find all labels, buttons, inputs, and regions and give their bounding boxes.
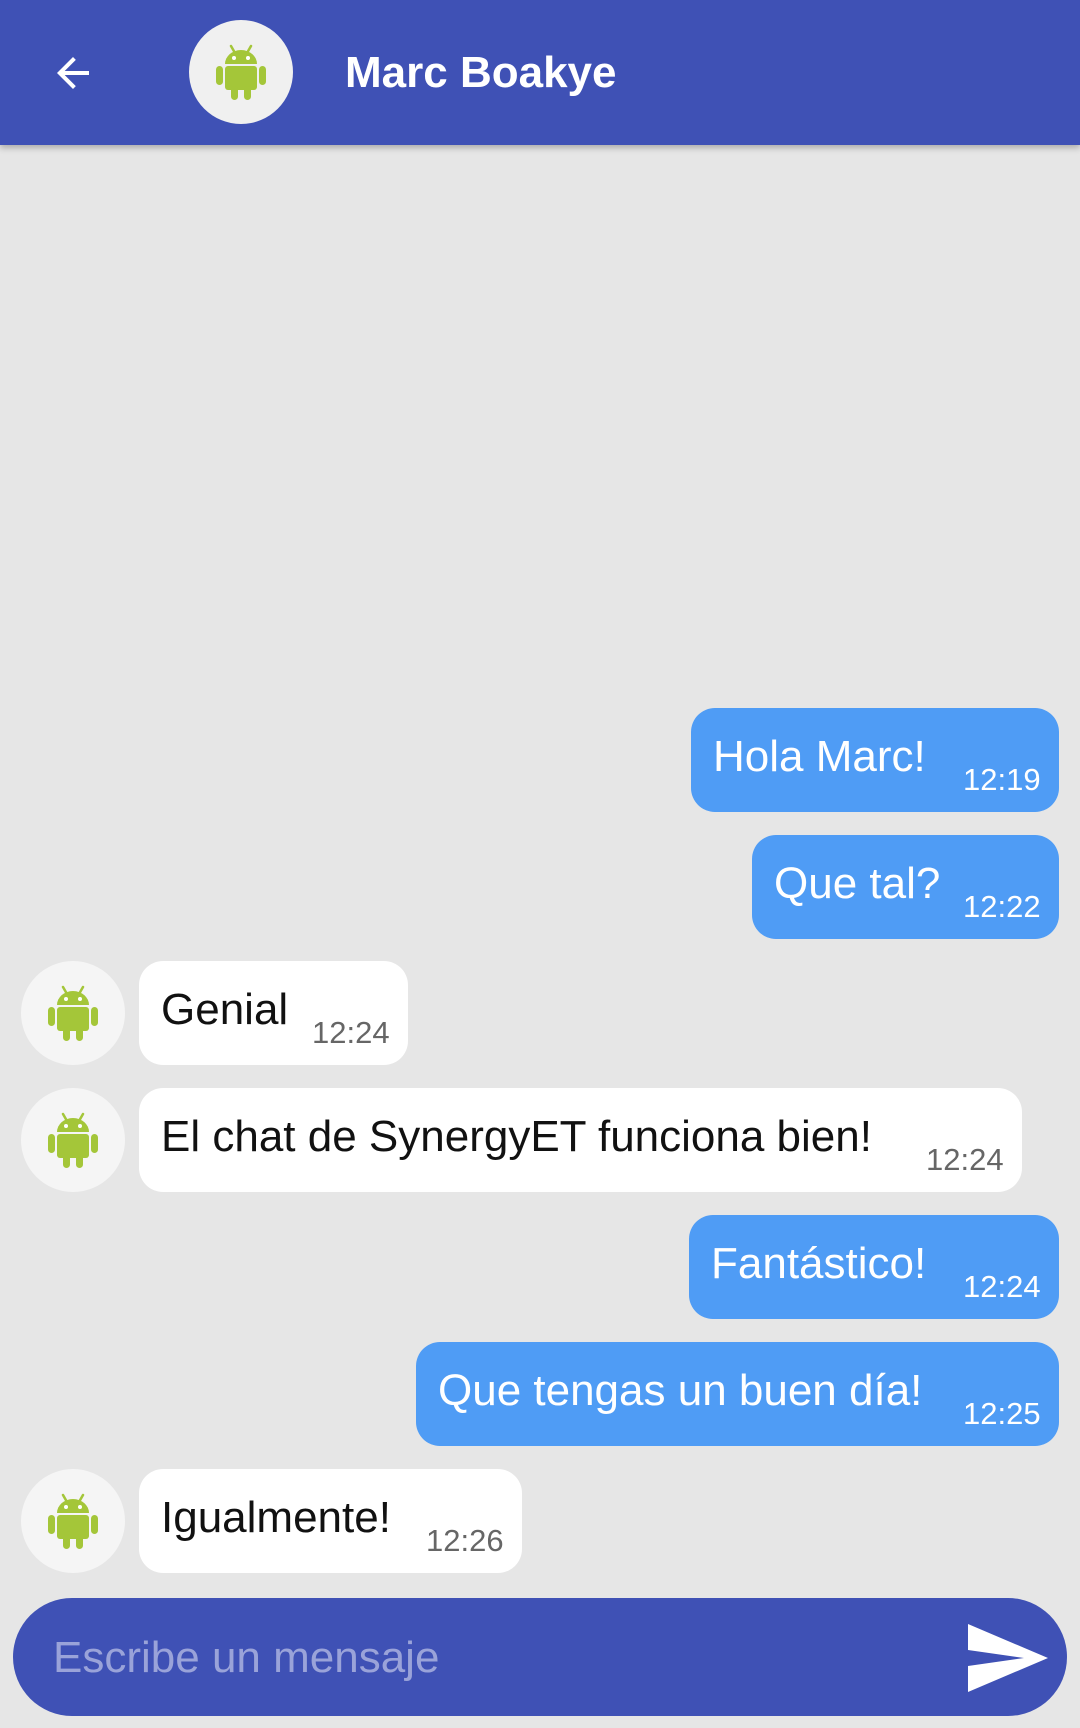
app-bar: Marc Boakye (0, 0, 1080, 145)
message-bubble[interactable]: Igualmente! 12:26 (139, 1469, 522, 1573)
message-bubble[interactable]: Fantástico! 12:24 (689, 1215, 1059, 1319)
message-text: Que tal? (774, 859, 941, 908)
message-bubble[interactable]: El chat de SynergyET funciona bien! 12:2… (139, 1088, 1022, 1192)
message-time: 12:19 (963, 762, 1041, 797)
message-text: Igualmente! (161, 1493, 391, 1542)
back-button[interactable] (38, 38, 108, 108)
message-incoming: Genial 12:24 (0, 961, 1080, 1065)
message-text: Fantástico! (711, 1239, 927, 1288)
message-text: El chat de SynergyET funciona bien! (161, 1112, 872, 1161)
message-time: 12:25 (963, 1396, 1041, 1431)
contact-avatar[interactable] (189, 20, 293, 124)
message-outgoing: Que tengas un buen día! 12:25 (0, 1342, 1080, 1446)
message-bubble[interactable]: Genial 12:24 (139, 961, 408, 1065)
android-robot-icon (216, 44, 266, 100)
message-bubble[interactable]: Que tengas un buen día! 12:25 (416, 1342, 1059, 1446)
contact-name: Marc Boakye (345, 48, 617, 97)
message-text: Genial (161, 985, 289, 1034)
sender-avatar[interactable] (21, 1469, 125, 1573)
android-robot-icon (48, 985, 98, 1041)
sender-avatar[interactable] (21, 961, 125, 1065)
message-outgoing: Hola Marc! 12:19 (0, 708, 1080, 812)
message-composer (13, 1598, 1067, 1716)
message-bubble[interactable]: Que tal? 12:22 (752, 835, 1059, 939)
message-time: 12:24 (312, 1015, 390, 1050)
sender-avatar[interactable] (21, 1088, 125, 1192)
send-button[interactable] (963, 1620, 1053, 1696)
message-incoming: Igualmente! 12:26 (0, 1469, 1080, 1573)
message-outgoing: Que tal? 12:22 (0, 835, 1080, 939)
message-time: 12:26 (426, 1523, 504, 1558)
send-icon (968, 1624, 1048, 1692)
message-time: 12:24 (926, 1142, 1004, 1177)
android-robot-icon (48, 1493, 98, 1549)
arrow-back-icon (57, 57, 89, 89)
message-bubble[interactable]: Hola Marc! 12:19 (691, 708, 1059, 812)
message-time: 12:22 (963, 889, 1041, 924)
android-robot-icon (48, 1112, 98, 1168)
message-time: 12:24 (963, 1269, 1041, 1304)
message-input[interactable] (53, 1628, 933, 1688)
message-text: Hola Marc! (713, 732, 926, 781)
message-text: Que tengas un buen día! (438, 1366, 923, 1415)
message-incoming: El chat de SynergyET funciona bien! 12:2… (0, 1088, 1080, 1192)
message-outgoing: Fantástico! 12:24 (0, 1215, 1080, 1319)
